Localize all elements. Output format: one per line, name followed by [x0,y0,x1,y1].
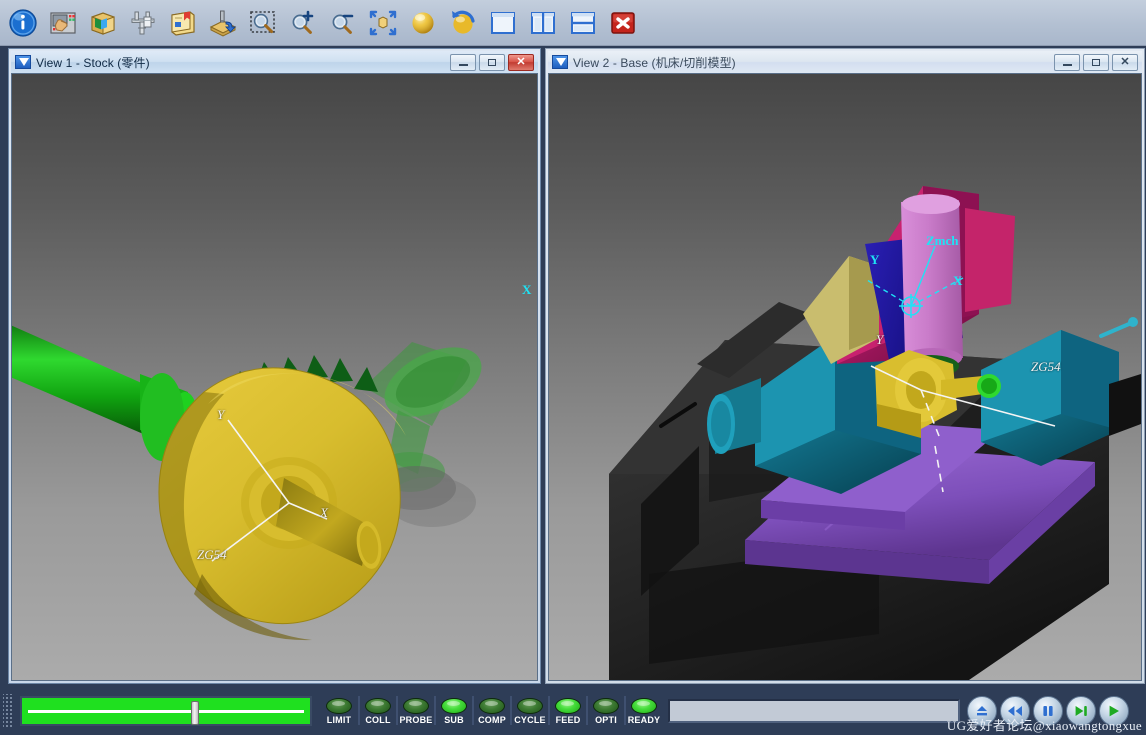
led-probe [403,698,429,714]
play-button[interactable] [1099,695,1129,726]
progress-thumb[interactable] [190,700,199,725]
status-indicator-cycle: CYCLE [510,696,548,725]
view-window-1: View 1 - Stock (零件) ✕ Y X ZG54 X [8,48,541,684]
status-message-field[interactable] [668,698,960,723]
close-view-icon[interactable] [603,3,643,43]
led-label-limit: LIMIT [326,715,352,725]
status-indicator-coll: COLL [358,696,396,725]
progress-track [28,709,304,713]
led-limit [326,698,352,714]
led-comp [479,698,505,714]
fit-view-icon[interactable] [363,3,403,43]
view-1-titlebar[interactable]: View 1 - Stock (零件) ✕ [11,51,538,73]
control-panel-icon[interactable] [43,3,83,43]
layout-vertical-split-icon[interactable] [523,3,563,43]
status-indicator-limit: LIMIT [320,696,358,725]
shaded-sphere-icon[interactable] [403,3,443,43]
status-indicator-opti: OPTI [586,696,624,725]
view-1-maximize-button[interactable] [479,53,505,71]
main-toolbar [0,0,1146,46]
view-2-minimize-button[interactable] [1054,53,1080,71]
status-bar: LIMIT COLL PROBE SUB COMP CYCLE FEED OPT… [0,686,1146,735]
led-label-comp: COMP [478,715,506,725]
status-indicator-strip: LIMIT COLL PROBE SUB COMP CYCLE FEED OPT… [320,696,662,725]
led-sub [441,698,467,714]
notes-icon[interactable] [163,3,203,43]
view-1-viewport[interactable]: Y X ZG54 X [11,73,538,681]
led-coll [365,698,391,714]
machine-3d-scene [609,186,1141,680]
view-2-close-button[interactable]: ✕ [1112,53,1138,71]
led-opti [593,698,619,714]
led-label-coll: COLL [365,715,391,725]
view-1-minimize-button[interactable] [450,53,476,71]
status-indicator-sub: SUB [434,696,472,725]
tool-manager-icon[interactable] [203,3,243,43]
led-cycle [517,698,543,714]
simulation-progress-slider[interactable] [20,695,312,726]
mdi-desktop: View 1 - Stock (零件) ✕ Y X ZG54 X View 2 … [0,46,1146,686]
zoom-out-icon[interactable] [323,3,363,43]
zoom-box-icon[interactable] [243,3,283,43]
view-2-window-buttons: ✕ [1054,53,1138,71]
reset-button[interactable] [967,695,997,726]
caliper-measure-icon[interactable] [123,3,163,43]
layout-horizontal-split-icon[interactable] [563,3,603,43]
single-step-button[interactable] [1066,695,1096,726]
view-2-titlebar[interactable]: View 2 - Base (机床/切削模型) ✕ [548,51,1142,73]
view-2-viewport[interactable]: Zmch Y X Y ZG54 [548,73,1142,681]
view-window-2: View 2 - Base (机床/切削模型) ✕ Zmch Y X Y ZG5… [545,48,1145,684]
rotate-view-icon[interactable] [443,3,483,43]
vericut-logo-icon [552,55,568,69]
stock-3d-scene [12,325,482,641]
info-icon[interactable] [3,3,43,43]
view-1-window-buttons: ✕ [450,53,534,71]
rewind-button[interactable] [1000,695,1030,726]
vericut-logo-icon [15,55,31,69]
status-indicator-feed: FEED [548,696,586,725]
led-label-ready: READY [627,715,661,725]
led-label-cycle: CYCLE [514,715,546,725]
view-1-close-button[interactable]: ✕ [508,53,534,71]
led-feed [555,698,581,714]
led-label-opti: OPTI [595,715,617,725]
layout-single-icon[interactable] [483,3,523,43]
view-2-maximize-button[interactable] [1083,53,1109,71]
led-label-probe: PROBE [399,715,433,725]
zoom-in-icon[interactable] [283,3,323,43]
led-label-sub: SUB [444,715,464,725]
led-label-feed: FEED [555,715,581,725]
view-1-title: View 1 - Stock (零件) [36,55,150,70]
view-2-title: View 2 - Base (机床/切削模型) [573,55,736,70]
status-indicator-probe: PROBE [396,696,434,725]
status-indicator-ready: READY [624,696,662,725]
pause-button[interactable] [1033,695,1063,726]
playback-controls [967,695,1129,726]
led-ready [631,698,657,714]
section-view-icon[interactable] [83,3,123,43]
statusbar-grip-handle[interactable] [3,693,13,728]
status-indicator-comp: COMP [472,696,510,725]
